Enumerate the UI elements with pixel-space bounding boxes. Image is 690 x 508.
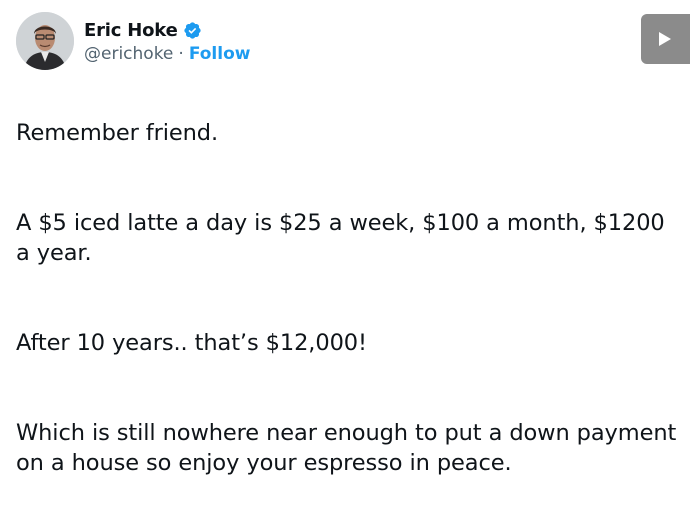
tweet-paragraph: After 10 years.. that’s $12,000! [16, 330, 367, 356]
handle[interactable]: @erichoke [84, 44, 173, 64]
follow-button[interactable]: Follow [189, 44, 251, 64]
avatar[interactable] [16, 12, 74, 70]
user-avatar-image [16, 12, 74, 70]
author-info: Eric Hoke @erichoke · Follow [84, 18, 251, 65]
play-icon [659, 32, 671, 46]
separator-dot: · [178, 44, 184, 64]
tweet-paragraph: Which is still nowhere near enough to pu… [16, 420, 677, 476]
tweet-paragraph: Remember friend. [16, 120, 219, 146]
display-name[interactable]: Eric Hoke [84, 20, 178, 41]
verified-badge-icon [183, 21, 201, 39]
tweet-header: Eric Hoke @erichoke · Follow [16, 10, 250, 72]
tweet-paragraph: A $5 iced latte a day is $25 a week, $10… [16, 210, 665, 266]
play-button[interactable] [641, 14, 690, 64]
tweet-body: Remember friend. A $5 iced latte a day i… [16, 88, 684, 508]
